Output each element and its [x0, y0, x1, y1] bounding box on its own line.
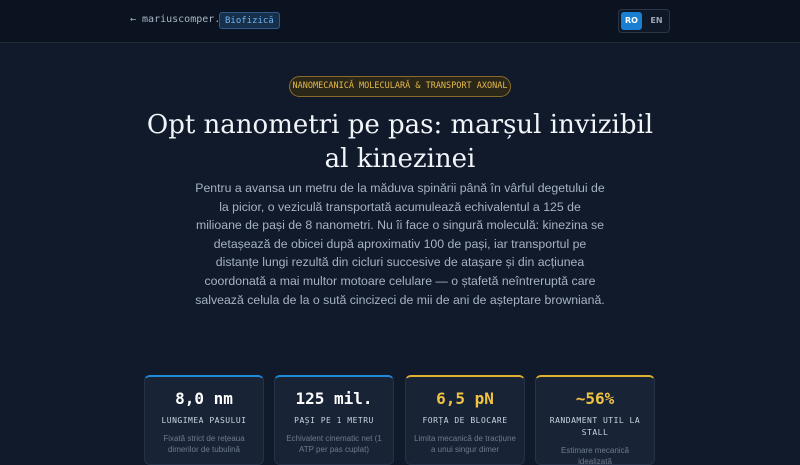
back-link[interactable]: ← mariuscomper.uk	[130, 14, 232, 25]
stat-value: 6,5 pN	[436, 389, 494, 408]
stat-description: Fixată strict de rețeaua dimerilor de tu…	[163, 434, 245, 454]
stat-description: Limita mecanică de tracțiune a unui sing…	[414, 434, 516, 454]
stat-label: LUNGIMEA PASULUI	[161, 416, 247, 425]
article-lede: Pentru a avansa un metru de la măduva sp…	[195, 181, 605, 307]
stat-card-steps-per-meter: 125 mil. PAȘI PE 1 METRU Echivalent cine…	[274, 375, 394, 465]
stats-row: 8,0 nm LUNGIMEA PASULUI Fixată strict de…	[144, 375, 656, 465]
stat-value: 125 mil.	[295, 389, 373, 408]
stat-value: ~56%	[575, 389, 615, 408]
stat-card-step-length: 8,0 nm LUNGIMEA PASULUI Fixată strict de…	[144, 375, 264, 465]
language-switcher: RO EN	[618, 9, 670, 33]
stat-label: FORȚA DE BLOCARE	[422, 416, 508, 425]
page-title: Opt nanometri pe pas: marșul invizibil a…	[146, 110, 654, 174]
lang-ro-button[interactable]: RO	[621, 12, 642, 30]
topic-kicker-badge: NANOMECANICĂ MOLECULARĂ & TRANSPORT AXON…	[289, 76, 511, 97]
stat-value: 8,0 nm	[175, 389, 233, 408]
stat-description: Echivalent cinematic net (1 ATP per pas …	[286, 434, 382, 454]
stat-card-efficiency: ~56% RANDAMENT UTIL LA STALL Estimare me…	[535, 375, 655, 465]
stat-description: Estimare mecanică idealizată	[560, 446, 630, 465]
stat-label: PAȘI PE 1 METRU	[294, 416, 374, 425]
top-bar: ← mariuscomper.uk Biofizică RO EN	[0, 0, 800, 43]
stat-card-stall-force: 6,5 pN FORȚA DE BLOCARE Limita mecanică …	[405, 375, 525, 465]
category-badge[interactable]: Biofizică	[219, 12, 280, 29]
lang-en-button[interactable]: EN	[646, 12, 667, 30]
stat-label: RANDAMENT UTIL LA STALL	[549, 416, 641, 437]
